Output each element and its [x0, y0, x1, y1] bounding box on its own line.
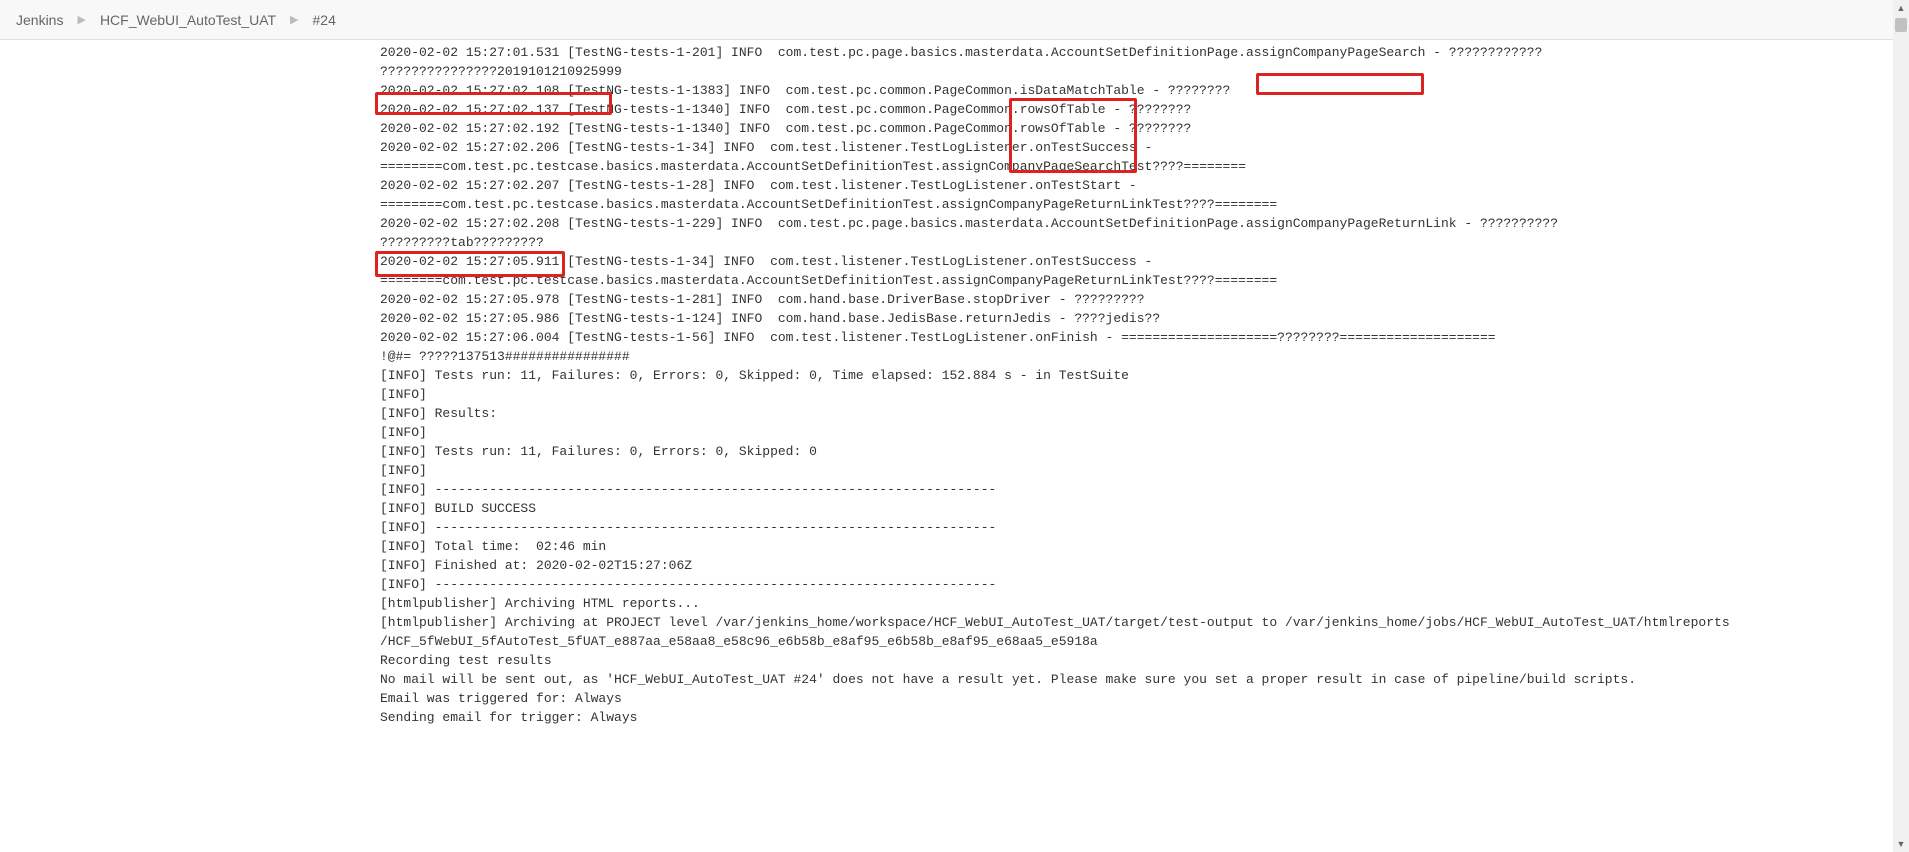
chevron-right-icon: ▶ [77, 13, 85, 26]
vertical-scrollbar[interactable]: ▲ ▼ [1893, 0, 1909, 852]
console-line: 2020-02-02 15:27:05.978 [TestNG-tests-1-… [380, 290, 1893, 309]
console-wrapper: ========com.test.pc.testcase.basics.mast… [0, 40, 1893, 852]
chevron-right-icon: ▶ [290, 13, 298, 26]
console-line: [htmlpublisher] Archiving at PROJECT lev… [380, 613, 1893, 632]
console-line: No mail will be sent out, as 'HCF_WebUI_… [380, 670, 1893, 689]
console-line: /HCF_5fWebUI_5fAutoTest_5fUAT_e887aa_e58… [380, 632, 1893, 651]
breadcrumb-build[interactable]: #24 [313, 12, 336, 28]
console-line: ========com.test.pc.testcase.basics.mast… [380, 157, 1893, 176]
console-line: 2020-02-02 15:27:02.207 [TestNG-tests-1-… [380, 176, 1893, 195]
console-line: [INFO] ---------------------------------… [380, 480, 1893, 499]
console-line: !@#= ?????137513################ [380, 347, 1893, 366]
breadcrumb-job[interactable]: HCF_WebUI_AutoTest_UAT [100, 12, 276, 28]
console-line: 2020-02-02 15:27:02.206 [TestNG-tests-1-… [380, 138, 1893, 157]
scroll-down-arrow-icon[interactable]: ▼ [1893, 836, 1909, 852]
console-line: [htmlpublisher] Archiving HTML reports..… [380, 594, 1893, 613]
console-line: 2020-02-02 15:27:02.192 [TestNG-tests-1-… [380, 119, 1893, 138]
console-line: ???????????????2019101210925999 [380, 62, 1893, 81]
console-line: Email was triggered for: Always [380, 689, 1893, 708]
console-line: [INFO] [380, 385, 1893, 404]
console-line: 2020-02-02 15:27:02.108 [TestNG-tests-1-… [380, 81, 1893, 100]
console-line: 2020-02-02 15:27:06.004 [TestNG-tests-1-… [380, 328, 1893, 347]
breadcrumb: Jenkins ▶ HCF_WebUI_AutoTest_UAT ▶ #24 [0, 0, 1909, 40]
console-line: [INFO] Total time: 02:46 min [380, 537, 1893, 556]
console-line: Sending email for trigger: Always [380, 708, 1893, 727]
console-line: [INFO] Results: [380, 404, 1893, 423]
console-line: ========com.test.pc.testcase.basics.mast… [380, 271, 1893, 290]
console-line: [INFO] [380, 461, 1893, 480]
console-line: Recording test results [380, 651, 1893, 670]
scroll-thumb[interactable] [1895, 18, 1907, 32]
console-line: 2020-02-02 15:27:05.911 [TestNG-tests-1-… [380, 252, 1893, 271]
console-line: 2020-02-02 15:27:02.208 [TestNG-tests-1-… [380, 214, 1893, 233]
console-line: [INFO] ---------------------------------… [380, 518, 1893, 537]
console-line: [INFO] BUILD SUCCESS [380, 499, 1893, 518]
console-line: 2020-02-02 15:27:02.137 [TestNG-tests-1-… [380, 100, 1893, 119]
console-line: [INFO] Tests run: 11, Failures: 0, Error… [380, 366, 1893, 385]
console-line: [INFO] Tests run: 11, Failures: 0, Error… [380, 442, 1893, 461]
console-line: ?????????tab????????? [380, 233, 1893, 252]
console-output: ========com.test.pc.testcase.basics.mast… [380, 40, 1893, 852]
breadcrumb-jenkins[interactable]: Jenkins [16, 12, 63, 28]
console-line: [INFO] ---------------------------------… [380, 575, 1893, 594]
console-line: ========com.test.pc.testcase.basics.mast… [380, 195, 1893, 214]
console-line: [INFO] [380, 423, 1893, 442]
console-line: 2020-02-02 15:27:01.531 [TestNG-tests-1-… [380, 43, 1893, 62]
console-line: [INFO] Finished at: 2020-02-02T15:27:06Z [380, 556, 1893, 575]
scroll-up-arrow-icon[interactable]: ▲ [1893, 0, 1909, 16]
console-line: 2020-02-02 15:27:05.986 [TestNG-tests-1-… [380, 309, 1893, 328]
